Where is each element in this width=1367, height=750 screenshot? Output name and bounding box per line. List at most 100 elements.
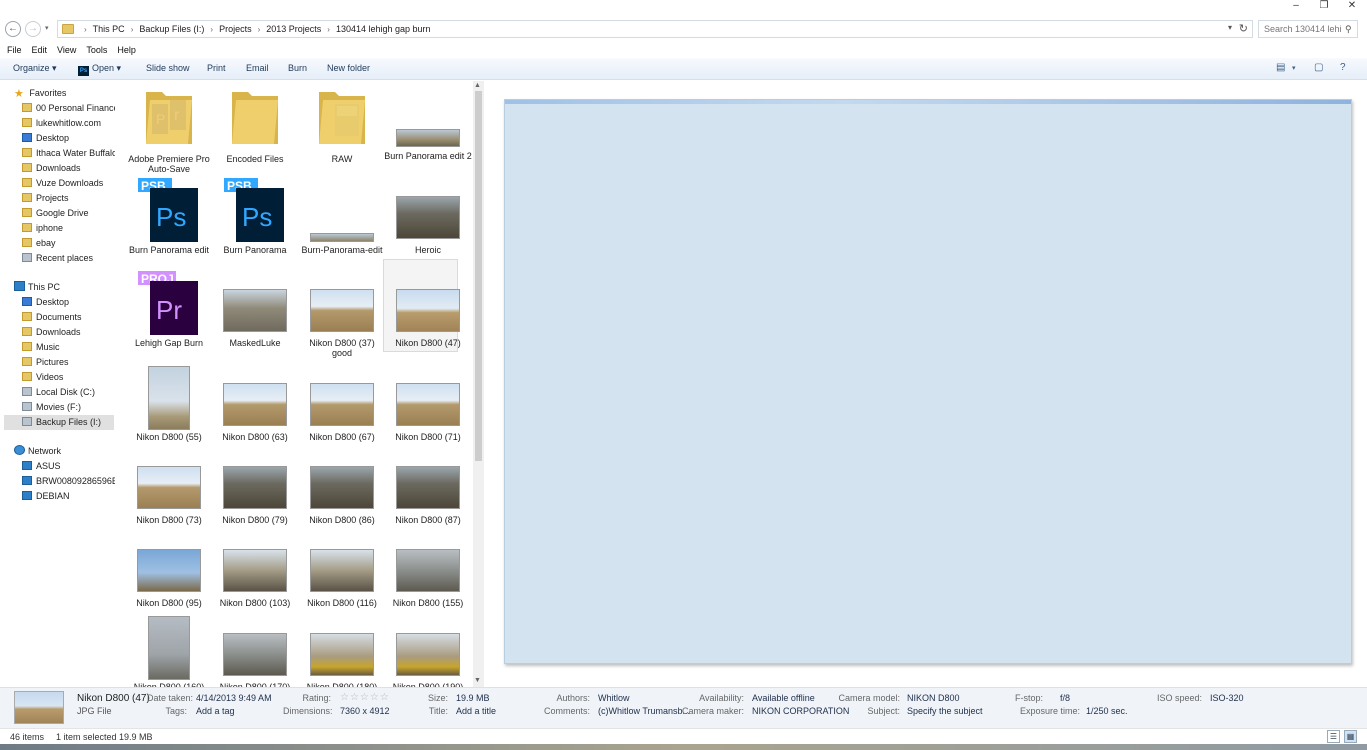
nav-item-desktop[interactable]: Desktop bbox=[22, 295, 115, 310]
file-tile[interactable]: Heroic bbox=[388, 178, 468, 268]
file-tile[interactable]: RAW bbox=[302, 84, 382, 174]
scroll-thumb[interactable] bbox=[475, 91, 482, 461]
file-tile[interactable]: Nikon D800 (103) bbox=[215, 531, 295, 621]
file-tile[interactable]: Nikon D800 (180) bbox=[302, 615, 382, 687]
nav-item-downloads-fav[interactable]: Downloads bbox=[22, 161, 115, 176]
large-icons-view-icon[interactable]: ▦ bbox=[1344, 730, 1357, 743]
breadcrumb-backup-files[interactable]: Backup Files (I:) bbox=[139, 24, 204, 34]
file-tile[interactable]: Nikon D800 (55) bbox=[129, 365, 209, 455]
breadcrumb-this-pc[interactable]: This PC bbox=[93, 24, 125, 34]
chevron-right-icon[interactable]: › bbox=[131, 25, 134, 34]
scroll-down-icon[interactable]: ▼ bbox=[474, 677, 481, 684]
back-button[interactable]: ← bbox=[5, 21, 21, 37]
date-taken-value[interactable]: 4/14/2013 9:49 AM bbox=[196, 693, 272, 703]
view-dropdown-icon[interactable]: ▾ bbox=[1292, 64, 1296, 72]
authors-value[interactable]: Whitlow bbox=[598, 693, 630, 703]
nav-network[interactable]: Network bbox=[14, 444, 61, 459]
nav-item-google-drive[interactable]: Google Drive bbox=[22, 206, 115, 221]
file-tile[interactable]: Nikon D800 (95) bbox=[129, 531, 209, 621]
file-tile[interactable]: Nikon D800 (190) bbox=[388, 615, 468, 687]
email-button[interactable]: Email bbox=[246, 63, 269, 73]
file-tile[interactable]: Encoded Files bbox=[215, 84, 295, 174]
menu-tools[interactable]: Tools bbox=[86, 42, 107, 58]
search-input[interactable]: Search 130414 lehi... ⚲ bbox=[1258, 20, 1358, 38]
address-dropdown-icon[interactable]: ▾ bbox=[1228, 23, 1232, 32]
minimize-button[interactable]: – bbox=[1282, 0, 1310, 14]
nav-item-iphone[interactable]: iphone bbox=[22, 221, 115, 236]
file-tile[interactable]: Nikon D800 (71) bbox=[388, 365, 468, 455]
address-field[interactable]: › This PC › Backup Files (I:) › Projects… bbox=[57, 20, 1253, 38]
tags-value[interactable]: Add a tag bbox=[196, 706, 235, 716]
chevron-right-icon[interactable]: › bbox=[210, 25, 213, 34]
file-tile[interactable]: Nikon D800 (79) bbox=[215, 448, 295, 538]
nav-item-asus[interactable]: ASUS bbox=[22, 459, 115, 474]
file-tile[interactable]: Nikon D800 (87) bbox=[388, 448, 468, 538]
search-icon[interactable]: ⚲ bbox=[1345, 24, 1355, 35]
nav-item-backup-files[interactable]: Backup Files (I:) bbox=[4, 415, 114, 430]
nav-item-debian[interactable]: DEBIAN bbox=[22, 489, 115, 504]
burn-button[interactable]: Burn bbox=[288, 63, 307, 73]
refresh-icon[interactable]: ↻ bbox=[1239, 22, 1248, 35]
file-tile[interactable]: Nikon D800 (73) bbox=[129, 448, 209, 538]
menu-view[interactable]: View bbox=[57, 42, 76, 58]
nav-item-movies[interactable]: Movies (F:) bbox=[22, 400, 115, 415]
breadcrumb-projects[interactable]: Projects bbox=[219, 24, 252, 34]
nav-item-recent-places[interactable]: Recent places bbox=[22, 251, 115, 266]
restore-button[interactable]: ❐ bbox=[1310, 0, 1338, 14]
subject-value[interactable]: Specify the subject bbox=[907, 706, 983, 716]
comments-value[interactable]: (c)Whitlow Trumansb... bbox=[598, 706, 690, 716]
print-button[interactable]: Print bbox=[207, 63, 226, 73]
nav-item-desktop-fav[interactable]: Desktop bbox=[22, 131, 115, 146]
nav-item-music[interactable]: Music bbox=[22, 340, 115, 355]
nav-item-pictures[interactable]: Pictures bbox=[22, 355, 115, 370]
open-button[interactable]: Ps Open ▾ bbox=[78, 63, 121, 76]
file-tile[interactable]: rP Adobe Premiere Pro Auto-Save bbox=[128, 84, 210, 174]
menu-file[interactable]: File bbox=[7, 42, 22, 58]
file-tile[interactable]: Nikon D800 (155) bbox=[388, 531, 468, 621]
slideshow-button[interactable]: Slide show bbox=[146, 63, 190, 73]
title-value[interactable]: Add a title bbox=[456, 706, 496, 716]
change-view-icon[interactable]: ▤ bbox=[1276, 62, 1285, 73]
nav-item-videos[interactable]: Videos bbox=[22, 370, 115, 385]
file-tile[interactable]: Nikon D800 (67) bbox=[302, 365, 382, 455]
file-tile[interactable]: Nikon D800 (160) bbox=[129, 615, 209, 687]
camera-model-value[interactable]: NIKON D800 bbox=[907, 693, 960, 703]
file-list-scrollbar[interactable]: ▲ ▼ bbox=[473, 81, 484, 687]
file-tile[interactable]: PSB Ps Burn Panorama bbox=[215, 178, 295, 268]
nav-item-local-disk[interactable]: Local Disk (C:) bbox=[22, 385, 115, 400]
details-view-icon[interactable]: ☰ bbox=[1327, 730, 1340, 743]
file-tile[interactable]: PSB Ps Burn Panorama edit bbox=[129, 178, 209, 268]
file-tile[interactable]: Burn-Panorama-edit bbox=[301, 178, 383, 268]
breadcrumb-2013-projects[interactable]: 2013 Projects bbox=[266, 24, 321, 34]
nav-item-personal-finance[interactable]: 00 Personal Finance bbox=[22, 101, 115, 116]
nav-this-pc[interactable]: This PC bbox=[14, 280, 60, 295]
nav-item-brw[interactable]: BRW00809286596E bbox=[22, 474, 115, 489]
file-tile[interactable]: Nikon D800 (37) good bbox=[302, 271, 382, 361]
nav-item-lukewhitlow[interactable]: lukewhitlow.com bbox=[22, 116, 115, 131]
file-tile[interactable]: Nikon D800 (47) bbox=[388, 271, 468, 361]
close-button[interactable]: ✕ bbox=[1338, 0, 1366, 14]
file-tile[interactable]: Burn Panorama edit 2 bbox=[384, 84, 472, 174]
forward-button[interactable]: → bbox=[25, 21, 41, 37]
nav-item-downloads[interactable]: Downloads bbox=[22, 325, 115, 340]
nav-item-documents[interactable]: Documents bbox=[22, 310, 115, 325]
file-tile[interactable]: MaskedLuke bbox=[215, 271, 295, 361]
new-folder-button[interactable]: New folder bbox=[327, 63, 370, 73]
file-tile[interactable]: Nikon D800 (116) bbox=[302, 531, 382, 621]
nav-item-ithaca[interactable]: Ithaca Water Buffalo bbox=[22, 146, 115, 161]
file-tile[interactable]: Nikon D800 (63) bbox=[215, 365, 295, 455]
file-tile[interactable]: Nikon D800 (170) bbox=[215, 615, 295, 687]
recent-locations-chevron-icon[interactable]: ▾ bbox=[45, 24, 49, 32]
menu-help[interactable]: Help bbox=[117, 42, 136, 58]
nav-item-ebay[interactable]: ebay bbox=[22, 236, 115, 251]
menu-edit[interactable]: Edit bbox=[32, 42, 48, 58]
nav-item-vuze[interactable]: Vuze Downloads bbox=[22, 176, 115, 191]
rating-stars[interactable]: ☆☆☆☆☆ bbox=[340, 692, 390, 703]
scroll-up-icon[interactable]: ▲ bbox=[474, 82, 481, 89]
nav-item-projects[interactable]: Projects bbox=[22, 191, 115, 206]
breadcrumb-current-folder[interactable]: 130414 lehigh gap burn bbox=[336, 24, 431, 34]
help-icon[interactable]: ? bbox=[1340, 62, 1346, 73]
chevron-right-icon[interactable]: › bbox=[258, 25, 261, 34]
nav-favorites[interactable]: ★ Favorites bbox=[14, 86, 66, 101]
preview-pane-icon[interactable]: ▢ bbox=[1314, 62, 1323, 73]
